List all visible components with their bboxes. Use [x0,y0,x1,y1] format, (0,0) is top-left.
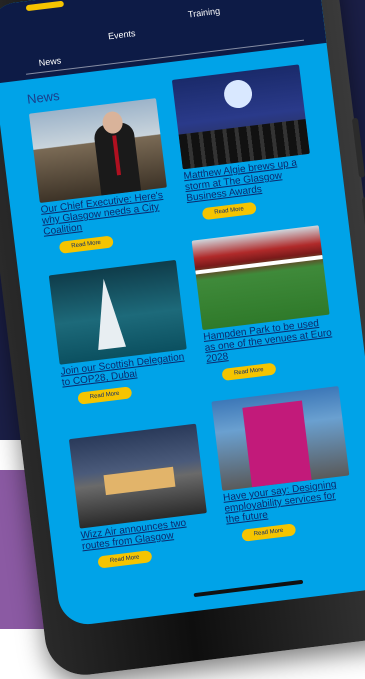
news-card[interactable]: Hampden Park to be used as one of the ve… [191,225,336,383]
read-more-button[interactable]: Read More [221,362,277,382]
article-image[interactable] [28,98,167,204]
news-card[interactable]: Matthew Algie brews up a storm at The Gl… [171,64,316,222]
section-title: News [26,87,61,107]
home-indicator[interactable] [193,579,304,598]
article-image[interactable] [171,64,310,170]
news-card[interactable]: Have your say: Designing employability s… [211,385,355,544]
active-tab-indicator [25,0,65,12]
tab-events[interactable]: Events [107,28,136,41]
phone-frame: News Events Training News Our Chief Exec… [0,0,365,679]
article-image[interactable] [191,225,330,331]
news-card[interactable]: Join our Scottish Delegation to COP28, D… [48,259,192,407]
article-image[interactable] [68,423,207,529]
article-image[interactable] [211,385,350,491]
read-more-button[interactable]: Read More [77,386,133,405]
tab-news[interactable]: News [38,55,62,68]
read-more-button[interactable]: Read More [241,523,296,542]
power-button [361,197,365,288]
article-image[interactable] [48,259,187,365]
news-card[interactable]: Our Chief Executive: Here's why Glasgow … [28,98,173,256]
phone-screen: News Events Training News Our Chief Exec… [0,0,365,628]
tab-training[interactable]: Training [187,6,220,20]
read-more-button[interactable]: Read More [201,201,257,221]
read-more-button[interactable]: Read More [97,550,153,569]
news-card[interactable]: Wizz Air announces two routes from Glasg… [68,423,212,571]
read-more-button[interactable]: Read More [58,235,114,254]
